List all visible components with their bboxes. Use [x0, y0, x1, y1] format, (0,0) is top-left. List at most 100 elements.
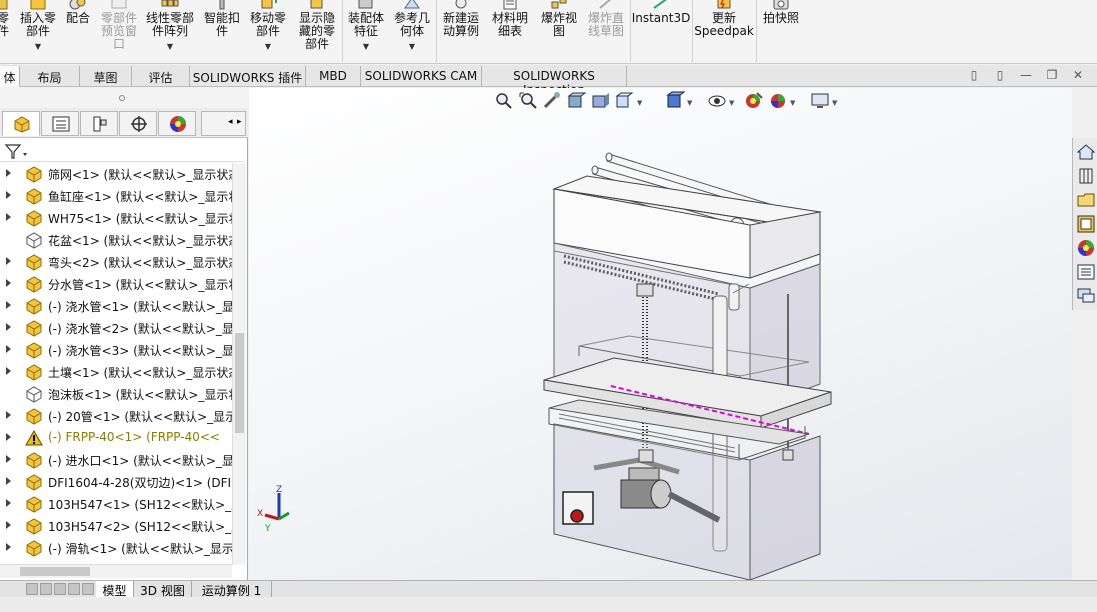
tree-horizontal-scrollbar[interactable]	[0, 564, 232, 578]
tree-item[interactable]: 泡沫板<1> (默认<<默认>_显示状	[0, 383, 232, 405]
bom-button[interactable]: 材料明 细表	[489, 0, 531, 64]
expand-arrow-icon[interactable]	[6, 191, 11, 199]
ribbon-btn-0[interactable]: 零 件	[0, 0, 10, 64]
component-preview-button[interactable]: 零部件 预览窗 口	[98, 0, 140, 64]
tab-display-manager[interactable]	[158, 111, 196, 136]
graphics-area[interactable]: ▼ ▼ ▼ ▼ ▼ Z X Y	[249, 88, 1072, 580]
tab-configuration-manager[interactable]	[80, 111, 118, 136]
show-hidden-button[interactable]: 显示隐 藏的零 部件	[294, 0, 340, 64]
close-icon[interactable]: ✕	[1070, 68, 1086, 84]
tree-item[interactable]: 103H547<2> (SH12<<默认>_显	[0, 515, 232, 537]
nav-first-icon[interactable]	[26, 583, 38, 595]
filter-icon[interactable]	[4, 143, 28, 159]
scroll-left-icon[interactable]: ◂	[228, 117, 233, 127]
tree-item[interactable]: DFI1604-4-28(双切边)<1> (DFI1	[0, 471, 232, 493]
exploded-view-button[interactable]: 爆炸视 图	[538, 0, 580, 64]
expand-arrow-icon[interactable]	[6, 367, 11, 375]
expand-arrow-icon[interactable]	[6, 433, 11, 441]
expand-arrow-icon[interactable]	[6, 213, 11, 221]
tab-solidworks-addins[interactable]: SOLIDWORKS 插件	[190, 66, 306, 87]
tab-3d-view[interactable]: 3D 视图	[134, 581, 192, 598]
forum-icon[interactable]	[1076, 286, 1096, 306]
home-icon[interactable]	[1076, 142, 1096, 162]
tree-item[interactable]: (-) FRPP-40<1> (FRPP-40<<	[0, 427, 232, 449]
expand-arrow-icon[interactable]	[6, 521, 11, 529]
tree-item[interactable]: (-) 浇水管<2> (默认<<默认>_显示	[0, 317, 232, 339]
linear-pattern-button[interactable]: 线性零部 件阵列 ▼	[144, 0, 196, 64]
model-3d-drawing[interactable]	[249, 88, 1072, 580]
tab-scroll-buttons[interactable]: ◂ ▸	[201, 111, 246, 136]
tab-property-manager[interactable]	[41, 111, 79, 136]
panel-splitter[interactable]	[0, 88, 248, 108]
tab-feature-manager[interactable]	[2, 111, 40, 136]
expand-arrow-icon[interactable]	[6, 543, 11, 551]
appearances-scenes-icon[interactable]	[1076, 238, 1096, 258]
tree-item[interactable]: (-) 进水口<1> (默认<<默认>_显示	[0, 449, 232, 471]
scroll-thumb[interactable]	[235, 333, 244, 433]
tab-solidworks-cam[interactable]: SOLIDWORKS CAM	[361, 66, 482, 87]
expand-arrow-icon[interactable]	[6, 411, 11, 419]
mate-button[interactable]: 配合	[62, 0, 94, 64]
expand-arrow-icon[interactable]	[6, 345, 11, 353]
dropdown-arrow-icon[interactable]: ▼	[409, 40, 415, 53]
tree-item[interactable]: 103H547<1> (SH12<<默认>_显	[0, 493, 232, 515]
dropdown-arrow-icon[interactable]: ▼	[265, 40, 271, 53]
expand-arrow-icon[interactable]	[6, 323, 11, 331]
tree-item[interactable]: (-) 20管<1> (默认<<默认>_显示	[0, 405, 232, 427]
move-component-button[interactable]: 移动零 部件 ▼	[246, 0, 290, 64]
tile-right-icon[interactable]: ▯	[992, 68, 1008, 84]
tile-left-icon[interactable]: ▯	[966, 68, 982, 84]
dropdown-arrow-icon[interactable]: ▼	[35, 40, 41, 53]
minimize-icon[interactable]: —	[1018, 68, 1034, 84]
expand-arrow-icon[interactable]	[6, 279, 11, 287]
tree-item[interactable]: 花盆<1> (默认<<默认>_显示状态	[0, 229, 232, 251]
nav-prev-icon[interactable]	[40, 583, 52, 595]
nav-next-icon[interactable]	[54, 583, 66, 595]
dropdown-arrow-icon[interactable]: ▼	[167, 40, 173, 53]
nav-last-icon[interactable]	[68, 583, 80, 595]
tree-item[interactable]: (-) 浇水管<1> (默认<<默认>_显示	[0, 295, 232, 317]
expand-arrow-icon[interactable]	[6, 455, 11, 463]
tree-item[interactable]: 弯头<2> (默认<<默认>_显示状态	[0, 251, 232, 273]
explode-line-sketch-button[interactable]: 爆炸直 线草图	[585, 0, 627, 64]
nav-more-icon[interactable]	[82, 583, 94, 595]
expand-arrow-icon[interactable]	[6, 257, 11, 265]
tab-solidworks-inspection[interactable]: SOLIDWORKS Inspection	[482, 66, 627, 97]
assembly-features-button[interactable]: 装配体 特征 ▼	[345, 0, 387, 64]
reference-geometry-button[interactable]: 参考几 何体 ▼	[391, 0, 433, 64]
tree-item[interactable]: (-) 浇水管<3> (默认<<默认>_显示	[0, 339, 232, 361]
tree-item[interactable]: (-) 滑轨<1> (默认<<默认>_显示状	[0, 537, 232, 559]
tab-model[interactable]: 模型	[96, 581, 134, 598]
new-motion-study-button[interactable]: 新建运 动算例	[440, 0, 482, 64]
scroll-thumb[interactable]	[20, 567, 90, 576]
custom-properties-icon[interactable]	[1076, 262, 1096, 282]
tab-dimxpert-manager[interactable]	[119, 111, 157, 136]
tab-layout[interactable]: 布局	[20, 66, 80, 87]
tab-assembly[interactable]: 体	[0, 66, 20, 87]
expand-arrow-icon[interactable]	[6, 169, 11, 177]
restore-icon[interactable]: ❐	[1044, 68, 1060, 84]
tree-vertical-scrollbar[interactable]	[232, 163, 246, 565]
tab-motion-study[interactable]: 运动算例 1	[192, 581, 272, 598]
tree-item[interactable]: 土壤<1> (默认<<默认>_显示状态	[0, 361, 232, 383]
file-explorer-icon[interactable]	[1076, 190, 1096, 210]
tab-sketch[interactable]: 草图	[80, 66, 132, 87]
view-palette-icon[interactable]	[1076, 214, 1096, 234]
tab-mbd[interactable]: MBD	[306, 66, 361, 87]
design-library-icon[interactable]	[1076, 166, 1096, 186]
expand-arrow-icon[interactable]	[6, 477, 11, 485]
tree-item[interactable]: 分水管<1> (默认<<默认>_显示状	[0, 273, 232, 295]
insert-component-button[interactable]: 插入零 部件 ▼	[18, 0, 58, 64]
smart-fasteners-button[interactable]: 智能扣 件	[201, 0, 243, 64]
scroll-right-icon[interactable]: ▸	[237, 117, 242, 127]
tree-item[interactable]: WH75<1> (默认<<默认>_显示状	[0, 207, 232, 229]
dropdown-arrow-icon[interactable]: ▼	[363, 40, 369, 53]
take-snapshot-button[interactable]: 拍快照	[760, 0, 802, 64]
expand-arrow-icon[interactable]	[6, 499, 11, 507]
tree-item[interactable]: 筛网<1> (默认<<默认>_显示状态	[0, 163, 232, 185]
instant3d-button[interactable]: Instant3D	[632, 0, 690, 64]
update-speedpak-button[interactable]: 更新 Speedpak	[694, 0, 754, 64]
expand-arrow-icon[interactable]	[6, 301, 11, 309]
tree-item[interactable]: 鱼缸座<1> (默认<<默认>_显示状	[0, 185, 232, 207]
tab-evaluate[interactable]: 评估	[132, 66, 190, 87]
